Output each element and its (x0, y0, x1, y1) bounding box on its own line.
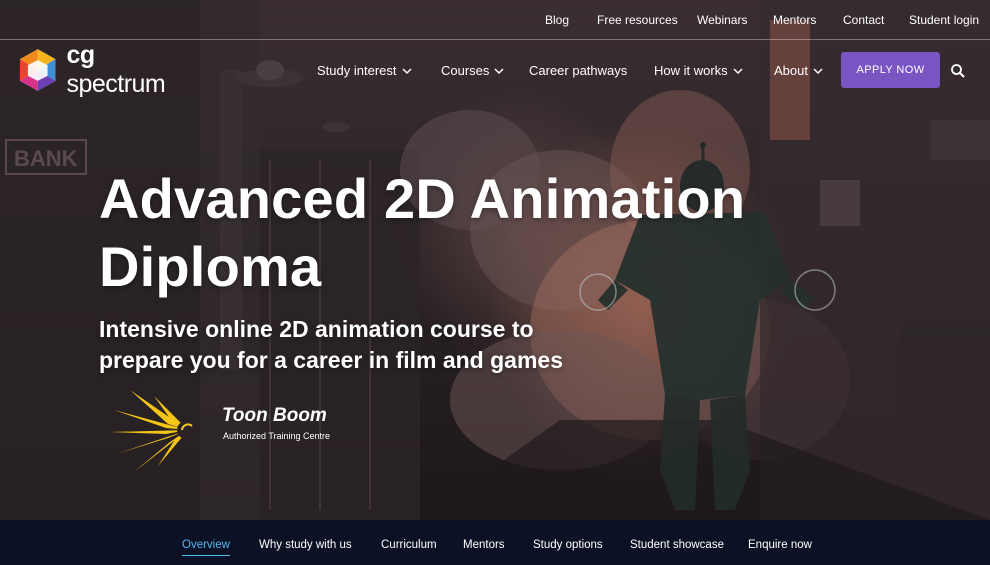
chevron-down-icon (494, 67, 504, 74)
nav-about[interactable]: About (774, 63, 823, 78)
toon-boom-burst-icon (110, 390, 195, 472)
utility-link-blog[interactable]: Blog (545, 13, 569, 27)
utility-bar: Blog Free resources Webinars Mentors Con… (0, 0, 990, 40)
logo-wordmark: cg spectrum (66, 41, 166, 98)
subnav-mentors[interactable]: Mentors (463, 539, 505, 551)
utility-link-mentors[interactable]: Mentors (773, 13, 816, 27)
chevron-down-icon (401, 67, 412, 74)
subnav-why-study-with-us[interactable]: Why study with us (259, 539, 352, 551)
hero-section: BANK Blog Free resources Webinars Mentor… (0, 0, 990, 520)
toon-boom-name: Toon Boom (222, 405, 327, 426)
utility-link-student-login[interactable]: Student login (909, 13, 979, 27)
main-nav: cg spectrum Study interest Courses Caree… (0, 41, 990, 99)
utility-link-contact[interactable]: Contact (843, 13, 884, 27)
page-title: Advanced 2D Animation Diploma (99, 167, 746, 298)
subnav-study-options[interactable]: Study options (533, 539, 603, 551)
cgspectrum-logo-icon (19, 49, 56, 91)
subnav-curriculum[interactable]: Curriculum (381, 539, 437, 551)
subnav-enquire-now[interactable]: Enquire now (748, 539, 812, 551)
subnav-overview[interactable]: Overview (182, 539, 230, 556)
page-section-nav: Overview Why study with us Curriculum Me… (0, 520, 990, 565)
subnav-student-showcase[interactable]: Student showcase (630, 539, 724, 551)
nav-career-pathways[interactable]: Career pathways (529, 63, 627, 78)
bank-sign: BANK (14, 146, 78, 171)
nav-study-interest[interactable]: Study interest (317, 63, 412, 78)
nav-courses[interactable]: Courses (441, 63, 504, 78)
utility-link-webinars[interactable]: Webinars (697, 13, 747, 27)
chevron-down-icon (813, 67, 823, 74)
cgspectrum-logo[interactable]: cg spectrum (18, 41, 198, 98)
hero-subtitle: Intensive online 2D animation course to p… (99, 316, 563, 373)
nav-how-it-works[interactable]: How it works (654, 63, 743, 78)
toon-boom-tagline: Authorized Training Centre (223, 431, 331, 441)
chevron-down-icon (733, 67, 743, 74)
search-icon[interactable] (950, 63, 966, 79)
apply-now-button[interactable]: APPLY NOW (841, 52, 940, 88)
utility-link-free-resources[interactable]: Free resources (597, 13, 678, 27)
